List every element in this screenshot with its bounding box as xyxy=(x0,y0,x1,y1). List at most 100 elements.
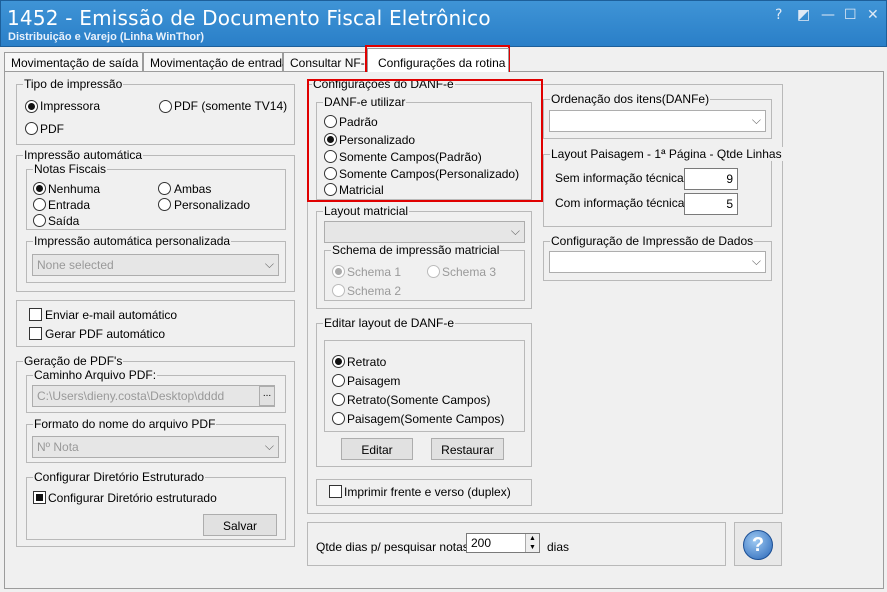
label-dias: dias xyxy=(547,540,570,554)
label-enviar-email: Enviar e-mail automático xyxy=(45,308,178,322)
tab-consultar-nfe[interactable]: Consultar NF-e xyxy=(283,52,371,71)
radio-retrato-sc[interactable] xyxy=(332,393,345,406)
browse-button[interactable]: ... xyxy=(259,386,275,406)
editar-layout-title: Editar layout de DANF-e xyxy=(323,316,456,330)
restaurar-button[interactable]: Restaurar xyxy=(431,438,504,460)
caminho-pdf-input[interactable]: C:\Users\dieny.costa\Desktop\dddd xyxy=(32,385,275,407)
layout-paisagem-group: Layout Paisagem - 1ª Página - Qtde Linha… xyxy=(543,147,783,227)
label-paisagem: Paisagem xyxy=(347,374,401,388)
help-icon: ? xyxy=(743,530,773,560)
radio-entrada[interactable] xyxy=(33,198,46,211)
help-window-button[interactable]: ? xyxy=(775,7,782,23)
checkbox-gerar-pdf[interactable] xyxy=(29,327,42,340)
label-sem-info: Sem informação técnica xyxy=(555,171,684,185)
restore-icon[interactable]: ◩ xyxy=(797,7,810,23)
chevron-down-icon: ⌵ xyxy=(264,257,274,271)
close-button[interactable]: ✕ xyxy=(867,7,879,23)
config-dados-title: Configuração de Impressão de Dados xyxy=(550,234,755,248)
notas-fiscais-title: Notas Fiscais xyxy=(33,162,108,176)
impressao-personalizada-select[interactable]: None selected ⌵ xyxy=(32,254,279,276)
impressao-personalizada-title: Impressão automática personalizada xyxy=(33,234,232,248)
label-com-info: Com informação técnica xyxy=(555,196,685,210)
radio-personalizado-auto[interactable] xyxy=(158,198,171,211)
label-ambas: Ambas xyxy=(174,182,212,196)
checkbox-diretorio[interactable] xyxy=(33,491,46,504)
radio-ambas[interactable] xyxy=(158,182,171,195)
radio-somente-personalizado[interactable] xyxy=(324,167,337,180)
com-info-input[interactable]: 5 xyxy=(684,193,738,215)
ordenacao-select[interactable]: ⌵ xyxy=(549,110,766,132)
qtde-dias-value: 200 xyxy=(471,536,492,550)
label-qtde-dias: Qtde dias p/ pesquisar notas: xyxy=(316,540,473,554)
geracao-pdf-title: Geração de PDF's xyxy=(23,354,124,368)
radio-impressora[interactable] xyxy=(25,100,38,113)
label-gerar-pdf: Gerar PDF automático xyxy=(45,327,166,341)
layout-matricial-select[interactable]: ⌵ xyxy=(324,221,525,243)
diretorio-title: Configurar Diretório Estruturado xyxy=(33,470,206,484)
schema-title: Schema de impressão matricial xyxy=(331,243,501,257)
config-danfe-title: Configurações do DANF-e xyxy=(312,77,455,91)
radio-schema-2[interactable] xyxy=(332,284,345,297)
radio-retrato[interactable] xyxy=(332,355,345,368)
label-somente-personalizado: Somente Campos(Personalizado) xyxy=(339,167,520,181)
radio-personalizado[interactable] xyxy=(324,133,337,146)
label-nenhuma: Nenhuma xyxy=(48,182,101,196)
checkbox-enviar-email[interactable] xyxy=(29,308,42,321)
label-diretorio: Configurar Diretório estruturado xyxy=(48,491,217,505)
title-bar: 1452 - Emissão de Documento Fiscal Eletr… xyxy=(0,0,887,47)
chevron-down-icon: ⌵ xyxy=(264,439,274,453)
help-button[interactable]: ? xyxy=(734,522,782,566)
ordenacao-title: Ordenação dos itens(DANFe) xyxy=(550,92,711,106)
chevron-down-icon: ⌵ xyxy=(751,113,761,127)
label-impressora: Impressora xyxy=(40,99,101,113)
tab-movimentacao-saida[interactable]: Movimentação de saída xyxy=(4,52,143,71)
spin-down-icon[interactable]: ▼ xyxy=(525,543,539,552)
radio-paisagem[interactable] xyxy=(332,374,345,387)
chevron-down-icon: ⌵ xyxy=(751,254,761,268)
label-entrada: Entrada xyxy=(48,198,91,212)
label-padrao: Padrão xyxy=(339,115,378,129)
label-personalizado: Personalizado xyxy=(339,133,416,147)
formato-pdf-title: Formato do nome do arquivo PDF xyxy=(33,417,217,431)
radio-matricial[interactable] xyxy=(324,183,337,196)
radio-schema-3[interactable] xyxy=(427,265,440,278)
radio-nenhuma[interactable] xyxy=(33,182,46,195)
label-somente-padrao: Somente Campos(Padrão) xyxy=(339,150,482,164)
radio-paisagem-sc[interactable] xyxy=(332,412,345,425)
label-duplex: Imprimir frente e verso (duplex) xyxy=(344,485,511,499)
maximize-button[interactable]: ☐ xyxy=(844,7,857,23)
caminho-pdf-title: Caminho Arquivo PDF: xyxy=(33,368,158,382)
danfe-utilizar-title: DANF-e utilizar xyxy=(323,95,407,109)
radio-pdf[interactable] xyxy=(25,122,38,135)
label-personalizado-auto: Personalizado xyxy=(174,198,251,212)
salvar-button[interactable]: Salvar xyxy=(203,514,277,536)
label-schema-3: Schema 3 xyxy=(442,265,497,279)
label-schema-1: Schema 1 xyxy=(347,265,402,279)
layout-paisagem-title: Layout Paisagem - 1ª Página - Qtde Linha… xyxy=(550,147,783,161)
config-dados-select[interactable]: ⌵ xyxy=(549,251,766,273)
sem-info-input[interactable]: 9 xyxy=(684,168,738,190)
formato-pdf-select[interactable]: Nº Nota ⌵ xyxy=(32,436,279,458)
tab-movimentacao-entrada[interactable]: Movimentação de entrada xyxy=(143,52,289,71)
label-paisagem-sc: Paisagem(Somente Campos) xyxy=(347,412,505,426)
radio-padrao[interactable] xyxy=(324,115,337,128)
impressao-automatica-title: Impressão automática xyxy=(23,148,144,162)
radio-schema-1[interactable] xyxy=(332,265,345,278)
label-pdf-tv14: PDF (somente TV14) xyxy=(174,99,288,113)
checkbox-duplex[interactable] xyxy=(329,485,342,498)
radio-somente-padrao[interactable] xyxy=(324,150,337,163)
spin-up-icon[interactable]: ▲ xyxy=(525,534,539,543)
window-subtitle: Distribuição e Varejo (Linha WinThor) xyxy=(8,31,205,43)
label-pdf: PDF xyxy=(40,122,64,136)
editar-button[interactable]: Editar xyxy=(341,438,413,460)
minimize-button[interactable]: — xyxy=(821,7,835,23)
label-matricial: Matricial xyxy=(339,183,384,197)
label-saida: Saída xyxy=(48,214,80,228)
caminho-pdf-value: C:\Users\dieny.costa\Desktop\dddd xyxy=(37,389,225,403)
label-retrato-sc: Retrato(Somente Campos) xyxy=(347,393,491,407)
radio-saida[interactable] xyxy=(33,214,46,227)
label-retrato: Retrato xyxy=(347,355,387,369)
tab-configuracoes-rotina[interactable]: Configurações da rotina xyxy=(367,48,509,72)
radio-pdf-tv14[interactable] xyxy=(159,100,172,113)
tipo-impressao-title: Tipo de impressão xyxy=(23,77,124,91)
